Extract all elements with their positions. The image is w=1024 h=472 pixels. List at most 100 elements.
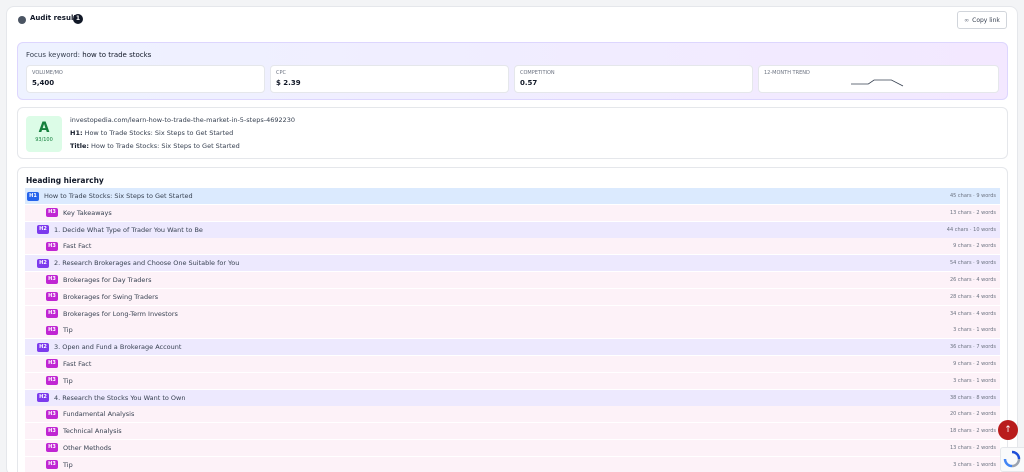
heading-meta: 28 chars · 4 words xyxy=(949,293,996,300)
grade-badge: A 93/100 xyxy=(26,116,62,152)
metric-cpc: CPC $ 2.39 xyxy=(270,65,509,93)
heading-level-badge: H2 xyxy=(37,225,49,235)
heading-level-badge: H3 xyxy=(46,426,58,436)
heading-meta: 44 chars · 10 words xyxy=(946,226,996,233)
heading-text: Fast Fact xyxy=(63,242,92,251)
heading-meta: 3 chars · 1 words xyxy=(953,461,996,468)
arrow-up-icon: ↑ xyxy=(1004,425,1012,435)
focus-keyword: Focus keyword: how to trade stocks xyxy=(26,51,151,59)
heading-meta: 38 chars · 8 words xyxy=(949,394,996,401)
heading-row[interactable]: H1 How to Trade Stocks: Six Steps to Get … xyxy=(25,188,1000,204)
heading-text: Key Takeaways xyxy=(63,208,112,217)
heading-level-badge: H3 xyxy=(46,292,58,302)
heading-level-badge: H3 xyxy=(46,460,58,470)
heading-level-badge: H2 xyxy=(37,342,49,352)
heading-row[interactable]: H2 4. Research the Stocks You Want to Own… xyxy=(25,389,1000,406)
heading-row[interactable]: H3 Fast Fact 9 chars · 2 words xyxy=(25,238,1000,255)
heading-row[interactable]: H3 Tip 3 chars · 1 words xyxy=(25,372,1000,389)
heading-level-badge: H3 xyxy=(46,409,58,419)
heading-level-badge: H3 xyxy=(46,359,58,369)
heading-text: Brokerages for Day Traders xyxy=(63,275,152,284)
heading-level-badge: H3 xyxy=(46,208,58,218)
heading-meta: 18 chars · 2 words xyxy=(949,428,996,435)
heading-level-badge: H3 xyxy=(46,325,58,335)
page-title-tag: Title: How to Trade Stocks: Six Steps to … xyxy=(70,142,240,150)
heading-row[interactable]: H3 Brokerages for Day Traders 26 chars · 4… xyxy=(25,271,1000,288)
heading-meta: 13 chars · 2 words xyxy=(949,209,996,216)
heading-text: Tip xyxy=(63,460,73,469)
heading-row[interactable]: H2 1. Decide What Type of Trader You Want… xyxy=(25,221,1000,238)
heading-text: 2. Research Brokerages and Choose One Su… xyxy=(54,259,240,268)
heading-row[interactable]: H3 Brokerages for Swing Traders 28 chars ·… xyxy=(25,288,1000,305)
heading-row[interactable]: H3 Fast Fact 9 chars · 2 words xyxy=(25,355,1000,372)
page-summary-card: A 93/100 investopedia.com/learn-how-to-t… xyxy=(17,107,1008,159)
top-bar: Audit results 1 ∞ Copy link xyxy=(7,7,1017,35)
metric-value: 0.57 xyxy=(520,79,538,87)
metric-value: $ 2.39 xyxy=(276,79,301,87)
heading-text: Brokerages for Swing Traders xyxy=(63,292,159,301)
heading-text: Tip xyxy=(63,376,73,385)
metric-label: VOLUME/MO xyxy=(32,70,63,76)
heading-meta: 13 chars · 2 words xyxy=(949,444,996,451)
heading-level-badge: H1 xyxy=(27,191,39,201)
link-icon: ∞ xyxy=(964,16,970,24)
metric-trend: 12-MONTH TREND xyxy=(758,65,999,93)
heading-text: Brokerages for Long-Term Investors xyxy=(63,309,178,318)
heading-meta: 54 chars · 9 words xyxy=(949,260,996,267)
scroll-to-top-button[interactable]: ↑ xyxy=(998,420,1018,440)
heading-row[interactable]: H3 Key Takeaways 13 chars · 2 words xyxy=(25,204,1000,221)
copy-link-button[interactable]: ∞ Copy link xyxy=(957,11,1007,29)
metric-volume: VOLUME/MO 5,400 xyxy=(26,65,265,93)
focus-keyword-label: Focus keyword: xyxy=(26,51,81,59)
keyword-card: Focus keyword: how to trade stocks VOLUM… xyxy=(17,42,1008,100)
heading-meta: 45 chars · 9 words xyxy=(949,193,996,199)
metric-label: 12-MONTH TREND xyxy=(764,70,810,76)
focus-keyword-value: how to trade stocks xyxy=(82,51,152,59)
audit-panel: Audit results 1 ∞ Copy link Focus keywor… xyxy=(6,6,1018,472)
heading-meta: 34 chars · 4 words xyxy=(949,310,996,317)
heading-text: How to Trade Stocks: Six Steps to Get St… xyxy=(44,192,193,200)
heading-text: Tip xyxy=(63,326,73,335)
heading-text: 1. Decide What Type of Trader You Want t… xyxy=(54,225,203,234)
heading-level-badge: H3 xyxy=(46,275,58,285)
heading-row[interactable]: H2 2. Research Brokerages and Choose One … xyxy=(25,255,1000,272)
title-label: Title: xyxy=(70,142,90,150)
copy-link-label: Copy link xyxy=(972,16,1000,24)
heading-row[interactable]: H3 Tip 3 chars · 1 words xyxy=(25,456,1000,472)
heading-row[interactable]: H3 Other Methods 13 chars · 2 words xyxy=(25,439,1000,456)
heading-level-badge: H2 xyxy=(37,258,49,268)
recaptcha-badge[interactable] xyxy=(1000,447,1024,472)
heading-row[interactable]: H3 Fundamental Analysis 20 chars · 2 words xyxy=(25,406,1000,423)
grade-score: 93/100 xyxy=(35,137,53,143)
grade-letter: A xyxy=(38,120,50,136)
metric-value: 5,400 xyxy=(32,79,55,87)
heading-list: H1 How to Trade Stocks: Six Steps to Get … xyxy=(25,188,1000,472)
page-url[interactable]: investopedia.com/learn-how-to-trade-the-… xyxy=(70,116,295,124)
heading-text: Technical Analysis xyxy=(63,427,122,436)
heading-meta: 3 chars · 1 words xyxy=(953,327,996,334)
heading-meta: 36 chars · 7 words xyxy=(949,344,996,351)
heading-text: 3. Open and Fund a Brokerage Account xyxy=(54,343,182,352)
h1-label: H1: xyxy=(70,129,83,137)
heading-meta: 3 chars · 1 words xyxy=(953,377,996,384)
heading-level-badge: H3 xyxy=(46,309,58,319)
status-dot-icon xyxy=(18,16,26,24)
heading-row[interactable]: H3 Brokerages for Long-Term Investors 34 c… xyxy=(25,305,1000,322)
heading-text: Other Methods xyxy=(63,443,112,452)
heading-meta: 26 chars · 4 words xyxy=(949,276,996,283)
heading-row[interactable]: H3 Technical Analysis 18 chars · 2 words xyxy=(25,423,1000,440)
title-text: How to Trade Stocks: Six Steps to Get St… xyxy=(91,142,240,150)
heading-level-badge: H2 xyxy=(37,393,49,403)
hierarchy-title: Heading hierarchy xyxy=(26,176,104,185)
metric-competition: COMPETITION 0.57 xyxy=(514,65,753,93)
heading-row[interactable]: H3 Tip 3 chars · 1 words xyxy=(25,322,1000,339)
heading-row[interactable]: H2 3. Open and Fund a Brokerage Account 36… xyxy=(25,339,1000,356)
result-count-badge: 1 xyxy=(73,14,83,24)
heading-hierarchy-card: Heading hierarchy H1 How to Trade Stocks:… xyxy=(17,167,1008,472)
metric-label: CPC xyxy=(276,70,286,76)
h1-text: How to Trade Stocks: Six Steps to Get St… xyxy=(84,129,234,137)
heading-text: 4. Research the Stocks You Want to Own xyxy=(54,393,186,402)
heading-level-badge: H3 xyxy=(46,376,58,386)
heading-meta: 20 chars · 2 words xyxy=(949,411,996,418)
heading-text: Fundamental Analysis xyxy=(63,410,135,419)
